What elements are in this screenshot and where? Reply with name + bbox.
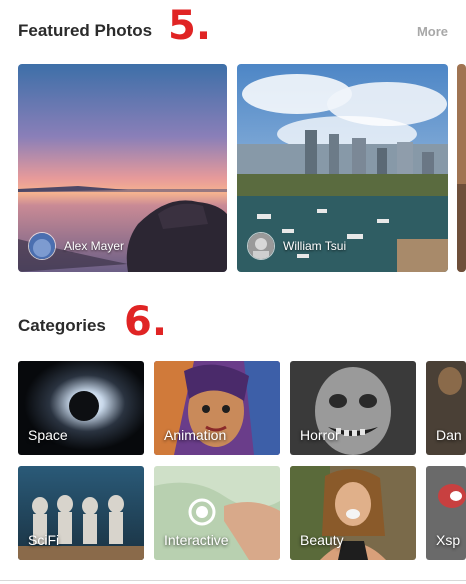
annotation-marker-5: 5. <box>168 3 212 49</box>
more-link[interactable]: More <box>417 24 448 39</box>
category-label: Beauty <box>300 532 344 548</box>
category-label: Xsp <box>436 532 461 548</box>
category-tile-interactive[interactable]: Interactive <box>154 466 280 560</box>
category-label: Dan <box>436 427 462 443</box>
categories-title: Categories <box>18 316 106 335</box>
category-tile-dance[interactable]: Dan <box>426 361 466 455</box>
photo-author[interactable]: Alex Mayer <box>28 232 124 260</box>
featured-photos-title: Featured Photos <box>18 21 153 40</box>
author-name: William Tsui <box>283 239 347 253</box>
annotation-marker-6: 6. <box>124 299 168 345</box>
category-tile-xsp[interactable]: Xsp <box>426 466 466 560</box>
category-label: SciFi <box>28 532 60 548</box>
category-label: Space <box>28 427 68 443</box>
category-tile-beauty[interactable]: Beauty <box>290 466 416 560</box>
partial-photo <box>457 64 466 272</box>
featured-photo-card[interactable] <box>457 64 466 272</box>
photo-author[interactable]: William Tsui <box>247 232 346 260</box>
category-label: Animation <box>164 427 227 443</box>
author-name: Alex Mayer <box>64 239 125 253</box>
category-tile-animation[interactable]: Animation <box>154 361 280 455</box>
category-label: Interactive <box>164 532 229 548</box>
avatar <box>247 232 275 260</box>
featured-photo-card[interactable]: William Tsui <box>237 64 448 272</box>
category-label: Horror <box>300 427 340 443</box>
category-tile-scifi[interactable]: SciFi <box>18 466 144 560</box>
category-tile-horror[interactable]: Horror <box>290 361 416 455</box>
featured-photo-card[interactable]: Alex Mayer <box>18 64 227 272</box>
avatar <box>28 232 56 260</box>
divider <box>0 580 466 581</box>
category-tile-space[interactable]: Space <box>18 361 144 455</box>
